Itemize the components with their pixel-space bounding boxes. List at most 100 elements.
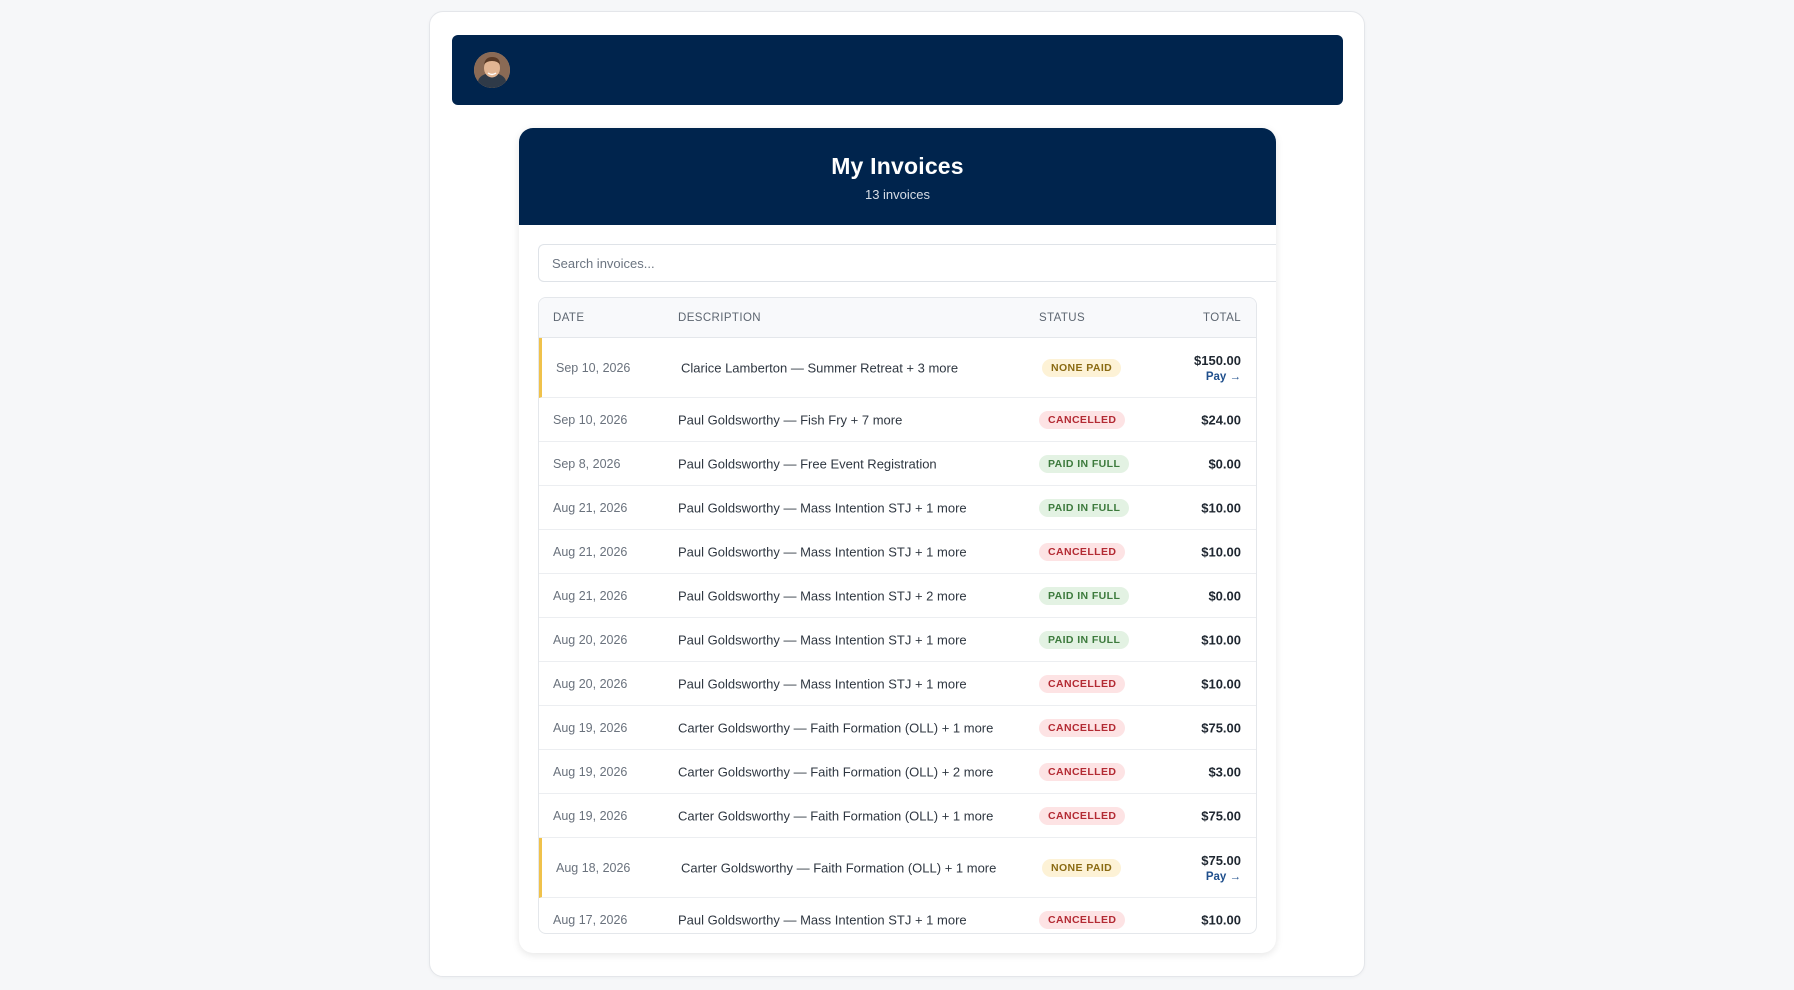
status-badge: NONE PAID xyxy=(1042,858,1122,877)
invoice-total: $3.00 xyxy=(1208,764,1241,779)
invoice-total: $75.00 xyxy=(1201,720,1241,735)
table-row[interactable]: Aug 20, 2026 Paul Goldsworthy — Mass Inte… xyxy=(539,662,1256,706)
invoice-description[interactable]: Paul Goldsworthy — Fish Fry + 7 more xyxy=(678,412,902,427)
status-cell: NONE PAID xyxy=(1042,858,1122,877)
status-cell: NONE PAID xyxy=(1042,358,1122,377)
invoice-description[interactable]: Carter Goldsworthy — Faith Formation (OL… xyxy=(678,808,993,823)
status-badge: CANCELLED xyxy=(1039,718,1126,737)
invoice-total: $10.00 xyxy=(1201,676,1241,691)
total-cell: $10.00 xyxy=(1201,500,1241,515)
status-cell: CANCELLED xyxy=(1039,806,1126,825)
total-cell: $0.00 xyxy=(1208,588,1241,603)
table-row[interactable]: Sep 10, 2026 Clarice Lamberton — Summer R… xyxy=(539,338,1256,398)
invoice-total: $10.00 xyxy=(1201,500,1241,515)
status-badge: NONE PAID xyxy=(1042,358,1122,377)
table-row[interactable]: Aug 21, 2026 Paul Goldsworthy — Mass Inte… xyxy=(539,530,1256,574)
invoice-date: Aug 17, 2026 xyxy=(553,912,628,927)
invoice-total: $0.00 xyxy=(1208,588,1241,603)
invoice-date: Sep 10, 2026 xyxy=(556,360,631,375)
invoices-table: DATE DESCRIPTION STATUS TOTAL Sep 10, 20… xyxy=(538,297,1257,934)
total-cell: $75.00 xyxy=(1201,720,1241,735)
invoice-total: $75.00 xyxy=(1201,852,1241,868)
table-row[interactable]: Aug 19, 2026 Carter Goldsworthy — Faith F… xyxy=(539,750,1256,794)
status-cell: CANCELLED xyxy=(1039,674,1126,693)
invoice-date: Aug 21, 2026 xyxy=(553,500,628,515)
status-badge: PAID IN FULL xyxy=(1039,630,1130,649)
page-title: My Invoices xyxy=(831,153,964,179)
status-badge: CANCELLED xyxy=(1039,674,1126,693)
invoice-total: $10.00 xyxy=(1201,912,1241,927)
total-cell: $10.00 xyxy=(1201,676,1241,691)
total-cell: $75.00 xyxy=(1201,808,1241,823)
invoice-description[interactable]: Paul Goldsworthy — Mass Intention STJ + … xyxy=(678,632,967,647)
invoice-total: $0.00 xyxy=(1208,456,1241,471)
invoice-date: Aug 18, 2026 xyxy=(556,860,631,875)
invoices-card: My Invoices 13 invoices DATE DESCRIPTION… xyxy=(519,128,1276,953)
table-row[interactable]: Aug 20, 2026 Paul Goldsworthy — Mass Inte… xyxy=(539,618,1256,662)
table-row[interactable]: Sep 10, 2026 Paul Goldsworthy — Fish Fry … xyxy=(539,398,1256,442)
invoice-date: Aug 19, 2026 xyxy=(553,720,628,735)
column-header-date[interactable]: DATE xyxy=(553,312,584,324)
invoice-description[interactable]: Paul Goldsworthy — Mass Intention STJ + … xyxy=(678,912,967,927)
status-badge: CANCELLED xyxy=(1039,542,1126,561)
total-cell: $10.00 xyxy=(1201,912,1241,927)
invoice-date: Aug 20, 2026 xyxy=(553,632,628,647)
invoice-date: Aug 19, 2026 xyxy=(553,764,628,779)
avatar[interactable] xyxy=(474,52,510,88)
invoice-description[interactable]: Paul Goldsworthy — Mass Intention STJ + … xyxy=(678,588,967,603)
invoice-total: $75.00 xyxy=(1201,808,1241,823)
status-badge: CANCELLED xyxy=(1039,806,1126,825)
invoice-description[interactable]: Carter Goldsworthy — Faith Formation (OL… xyxy=(681,860,996,875)
table-row[interactable]: Aug 17, 2026 Paul Goldsworthy — Mass Inte… xyxy=(539,898,1256,933)
status-cell: CANCELLED xyxy=(1039,410,1126,429)
status-cell: CANCELLED xyxy=(1039,718,1126,737)
invoice-date: Sep 10, 2026 xyxy=(553,412,628,427)
status-badge: PAID IN FULL xyxy=(1039,454,1130,473)
card-header: My Invoices 13 invoices xyxy=(519,128,1276,225)
total-cell: $10.00 xyxy=(1201,544,1241,559)
total-cell: $0.00 xyxy=(1208,456,1241,471)
table-row[interactable]: Aug 21, 2026 Paul Goldsworthy — Mass Inte… xyxy=(539,574,1256,618)
table-body: Sep 10, 2026 Clarice Lamberton — Summer R… xyxy=(539,338,1256,933)
total-cell: $24.00 xyxy=(1201,412,1241,427)
pay-link[interactable]: Pay → xyxy=(1194,371,1241,383)
total-cell: $75.00 Pay → xyxy=(1201,853,1241,883)
status-badge: CANCELLED xyxy=(1039,910,1126,929)
pay-link[interactable]: Pay → xyxy=(1201,871,1241,883)
invoice-description[interactable]: Paul Goldsworthy — Mass Intention STJ + … xyxy=(678,500,967,515)
total-cell: $150.00 Pay → xyxy=(1194,353,1241,383)
table-row[interactable]: Aug 19, 2026 Carter Goldsworthy — Faith F… xyxy=(539,794,1256,838)
total-cell: $3.00 xyxy=(1208,764,1241,779)
column-header-description[interactable]: DESCRIPTION xyxy=(678,312,761,324)
invoice-total: $150.00 xyxy=(1194,352,1241,368)
status-cell: PAID IN FULL xyxy=(1039,498,1130,517)
invoice-description[interactable]: Clarice Lamberton — Summer Retreat + 3 m… xyxy=(681,360,958,375)
status-badge: CANCELLED xyxy=(1039,762,1126,781)
table-header: DATE DESCRIPTION STATUS TOTAL xyxy=(539,298,1256,338)
invoice-description[interactable]: Paul Goldsworthy — Free Event Registrati… xyxy=(678,456,937,471)
status-badge: CANCELLED xyxy=(1039,410,1126,429)
status-badge: PAID IN FULL xyxy=(1039,498,1130,517)
status-cell: PAID IN FULL xyxy=(1039,586,1130,605)
table-row[interactable]: Aug 21, 2026 Paul Goldsworthy — Mass Inte… xyxy=(539,486,1256,530)
invoice-description[interactable]: Carter Goldsworthy — Faith Formation (OL… xyxy=(678,764,993,779)
status-badge: PAID IN FULL xyxy=(1039,586,1130,605)
column-header-status[interactable]: STATUS xyxy=(1039,312,1085,324)
invoice-description[interactable]: Paul Goldsworthy — Mass Intention STJ + … xyxy=(678,676,967,691)
search-input[interactable] xyxy=(538,244,1276,282)
invoice-date: Sep 8, 2026 xyxy=(553,456,621,471)
table-row[interactable]: Sep 8, 2026 Paul Goldsworthy — Free Event… xyxy=(539,442,1256,486)
table-row[interactable]: Aug 18, 2026 Carter Goldsworthy — Faith F… xyxy=(539,838,1256,898)
invoice-description[interactable]: Carter Goldsworthy — Faith Formation (OL… xyxy=(678,720,993,735)
invoice-count: 13 invoices xyxy=(864,187,931,202)
total-cell: $10.00 xyxy=(1201,632,1241,647)
user-avatar-icon xyxy=(474,52,510,88)
table-row[interactable]: Aug 19, 2026 Carter Goldsworthy — Faith F… xyxy=(539,706,1256,750)
invoice-total: $10.00 xyxy=(1201,544,1241,559)
invoice-date: Aug 21, 2026 xyxy=(553,544,628,559)
invoice-date: Aug 20, 2026 xyxy=(553,676,628,691)
status-cell: PAID IN FULL xyxy=(1039,454,1130,473)
status-cell: CANCELLED xyxy=(1039,762,1126,781)
column-header-total[interactable]: TOTAL xyxy=(1203,312,1241,324)
invoice-description[interactable]: Paul Goldsworthy — Mass Intention STJ + … xyxy=(678,544,967,559)
